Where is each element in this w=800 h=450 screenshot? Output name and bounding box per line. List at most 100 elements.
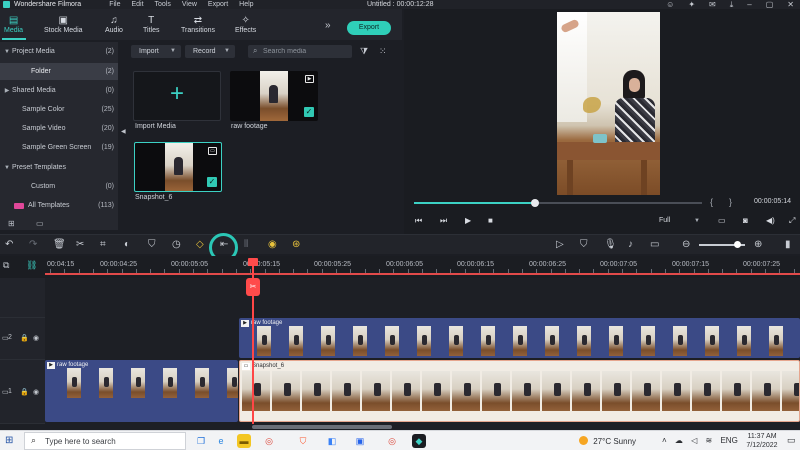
menu-view[interactable]: View	[182, 1, 197, 8]
filter-icon[interactable]: ⧩	[360, 46, 368, 57]
windows-start-icon[interactable]: ⊞	[5, 436, 13, 446]
speaker-icon[interactable]: ◁	[691, 436, 697, 445]
tree-item-sample-video[interactable]: Sample Video (20)	[0, 120, 118, 137]
color-palette-icon[interactable]: ◐	[124, 239, 130, 250]
speed-timer-icon[interactable]: ◷	[172, 239, 181, 250]
notification-icon[interactable]: ▭	[787, 435, 796, 446]
lock-icon[interactable]: 🔒	[20, 334, 29, 342]
menu-tools[interactable]: Tools	[155, 1, 171, 8]
tree-item-shared-media[interactable]: ▶ Shared Media (0)	[0, 82, 118, 99]
menu-edit[interactable]: Edit	[131, 1, 143, 8]
zoom-slider-knob[interactable]	[733, 241, 741, 248]
maximize-icon[interactable]: ▢	[766, 0, 774, 9]
chrome-icon[interactable]: ◎	[262, 434, 276, 448]
timeline-scroll-thumb[interactable]	[252, 425, 392, 429]
marker-shield-icon[interactable]: ⛉	[580, 239, 588, 250]
preview-scrubber-knob[interactable]	[530, 199, 539, 207]
close-icon[interactable]: ✕	[787, 0, 794, 9]
tab-stock-media[interactable]: ▣ Stock Media	[44, 15, 83, 34]
undo-icon[interactable]: ↶	[5, 239, 13, 250]
export-button[interactable]: Export	[347, 21, 391, 35]
tab-media[interactable]: ▤ Media	[4, 15, 23, 34]
tree-item-sample-green-screen[interactable]: Sample Green Screen (19)	[0, 139, 118, 156]
mail-icon[interactable]: ✉	[709, 0, 716, 9]
clip-snapshot-track1[interactable]: ▭ Snapshot_6	[239, 360, 800, 422]
zoom-out-icon[interactable]: ⊖	[682, 239, 690, 250]
playhead-handle[interactable]	[248, 258, 258, 266]
language-indicator[interactable]: ENG	[720, 436, 737, 445]
subtitle-icon[interactable]: ▭	[650, 239, 659, 250]
panel-toggle-icon[interactable]: ▮	[785, 239, 791, 250]
clip-raw-footage-track2[interactable]: ▶ raw footage	[239, 318, 800, 358]
collapse-panel-icon[interactable]: ◀	[121, 128, 126, 135]
snapshot-thumbnail[interactable]: ▭ ✓	[134, 142, 222, 192]
tree-item-sample-color[interactable]: Sample Color (25)	[0, 101, 118, 118]
tree-item-preset-templates[interactable]: ▼ Preset Templates	[0, 159, 118, 176]
speed-ramp-icon[interactable]: ⊛	[292, 239, 300, 250]
taskbar-search[interactable]: ⌕	[24, 432, 186, 450]
grid-view-icon[interactable]: ⁙	[379, 46, 387, 57]
tab-transitions[interactable]: ⇄ Transitions	[181, 15, 215, 34]
onedrive-icon[interactable]: ☁	[675, 436, 683, 445]
raw-footage-thumbnail[interactable]: ▶ ✓	[230, 71, 318, 121]
chevron-up-icon[interactable]: ˄	[662, 436, 667, 445]
file-explorer-icon[interactable]: ▬	[237, 434, 251, 448]
split-scissors-icon[interactable]: ✂	[76, 239, 84, 250]
crop-icon[interactable]: ⌗	[100, 239, 106, 250]
audio-split-icon[interactable]: ⫴	[244, 239, 248, 250]
render-preview-icon[interactable]: ▷	[556, 239, 564, 250]
mask-icon[interactable]: ⛉	[148, 239, 156, 250]
lightbulb-icon[interactable]: ✦	[688, 0, 695, 9]
account-icon[interactable]: ☺	[666, 0, 674, 9]
minimize-icon[interactable]: –	[747, 0, 751, 9]
import-media-card[interactable]: +	[133, 71, 221, 121]
zoom-in-icon[interactable]: ⊕	[754, 239, 762, 250]
caret-down-icon[interactable]: ▼	[2, 165, 12, 171]
monitor-icon[interactable]: ▭	[718, 216, 726, 225]
preview-scrubber[interactable]	[414, 199, 702, 207]
link-icon[interactable]: ⛓	[26, 260, 37, 271]
search-media-box[interactable]: ⌕	[248, 45, 352, 58]
more-tabs-chevron-icon[interactable]: »	[325, 20, 331, 31]
add-track-icon[interactable]: ⧉	[3, 260, 9, 271]
taskbar-search-input[interactable]	[45, 433, 185, 449]
quality-dropdown[interactable]: Full ▼	[656, 215, 704, 227]
keyframe-diamond-icon[interactable]: ◇	[196, 239, 204, 250]
tree-item-all-templates[interactable]: All Templates (113)	[0, 197, 118, 214]
auto-color-icon[interactable]: ◉	[268, 239, 277, 250]
record-dropdown[interactable]: Record ▼	[185, 45, 235, 58]
brave-icon[interactable]: ⛉	[296, 434, 310, 448]
play-icon[interactable]: ▶	[465, 216, 471, 225]
menu-file[interactable]: File	[109, 1, 120, 8]
menu-export[interactable]: Export	[208, 1, 228, 8]
folder-icon[interactable]: ▭	[36, 219, 44, 228]
microphone-icon[interactable]: 🎙	[604, 239, 617, 250]
stop-icon[interactable]: ■	[488, 216, 493, 225]
timeline-ruler[interactable]: ⧉ ⛓ 00:04:15 00:00:04:25 00:00:05:05 00:…	[0, 256, 800, 278]
taskbar-clock[interactable]: 11:37 AM 7/12/2022	[743, 432, 781, 450]
step-back-icon[interactable]: ⏮	[415, 216, 422, 226]
photos-app-icon[interactable]: ▣	[353, 434, 367, 448]
chrome-profile-icon[interactable]: ◎	[385, 434, 399, 448]
import-dropdown[interactable]: Import ▼	[131, 45, 181, 58]
menu-help[interactable]: Help	[239, 1, 253, 8]
volume-icon[interactable]: ◀)	[766, 216, 775, 225]
eye-icon[interactable]: ◉	[33, 388, 39, 396]
delete-icon[interactable]: 🗑	[53, 239, 66, 250]
caret-right-icon[interactable]: ▶	[2, 87, 12, 94]
timeline-zoom-slider[interactable]	[699, 241, 745, 248]
tree-item-project-media[interactable]: ▼ Project Media (2)	[0, 43, 118, 60]
frame-forward-icon[interactable]: ⏭	[440, 216, 447, 226]
edge-icon[interactable]: e	[214, 434, 228, 448]
task-view-icon[interactable]: ❐	[194, 434, 208, 448]
zoom-app-icon[interactable]: ◧	[325, 434, 339, 448]
camera-snapshot-icon[interactable]: ◙	[743, 216, 748, 225]
search-media-input[interactable]	[263, 45, 351, 58]
caret-down-icon[interactable]: ▼	[2, 49, 12, 55]
mark-in-out-icon[interactable]: {}	[710, 197, 748, 207]
tab-effects[interactable]: ✧ Effects	[235, 15, 256, 34]
redo-icon[interactable]: ↷	[29, 239, 37, 250]
wifi-icon[interactable]: ≋	[706, 436, 713, 445]
tree-item-custom[interactable]: Custom (0)	[0, 178, 118, 195]
new-folder-icon[interactable]: ⊞	[8, 219, 15, 228]
